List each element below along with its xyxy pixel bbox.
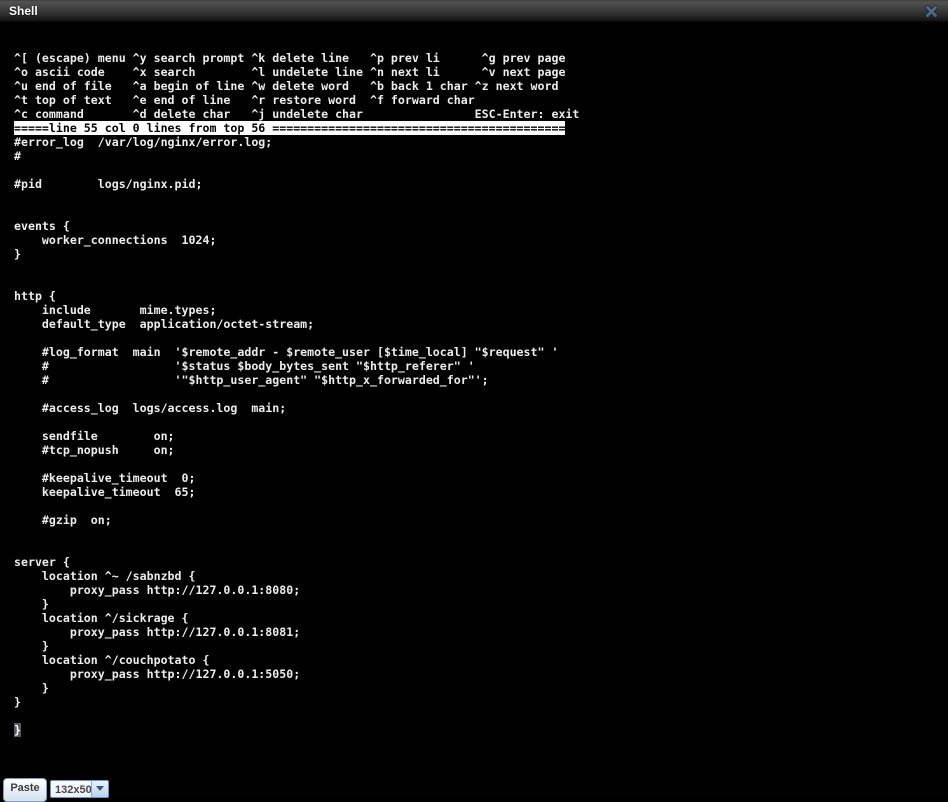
terminal-screen[interactable]: ^[ (escape) menu ^y search prompt ^k del… [0, 23, 948, 798]
titlebar[interactable]: Shell [0, 0, 948, 23]
paste-button-label: Paste [10, 782, 40, 794]
editor-status-line: =====line 55 col 0 lines from top 56 ===… [14, 121, 566, 135]
terminal-cursor: } [14, 723, 21, 737]
editor-help-text: ^[ (escape) menu ^y search prompt ^k del… [14, 51, 580, 121]
terminal-size-value: 132x50 [51, 781, 92, 797]
nginx-config-text: #error_log /var/log/nginx/error.log; # #… [14, 135, 559, 709]
close-icon[interactable] [925, 5, 938, 18]
paste-button[interactable]: Paste [3, 778, 47, 802]
combo-trigger-button[interactable] [91, 781, 108, 797]
window-title: Shell [9, 4, 38, 18]
editor-view: ^[ (escape) menu ^y search prompt ^k del… [0, 23, 948, 737]
terminal-size-combo[interactable]: 132x50 [50, 780, 109, 798]
chevron-down-icon [96, 786, 104, 795]
